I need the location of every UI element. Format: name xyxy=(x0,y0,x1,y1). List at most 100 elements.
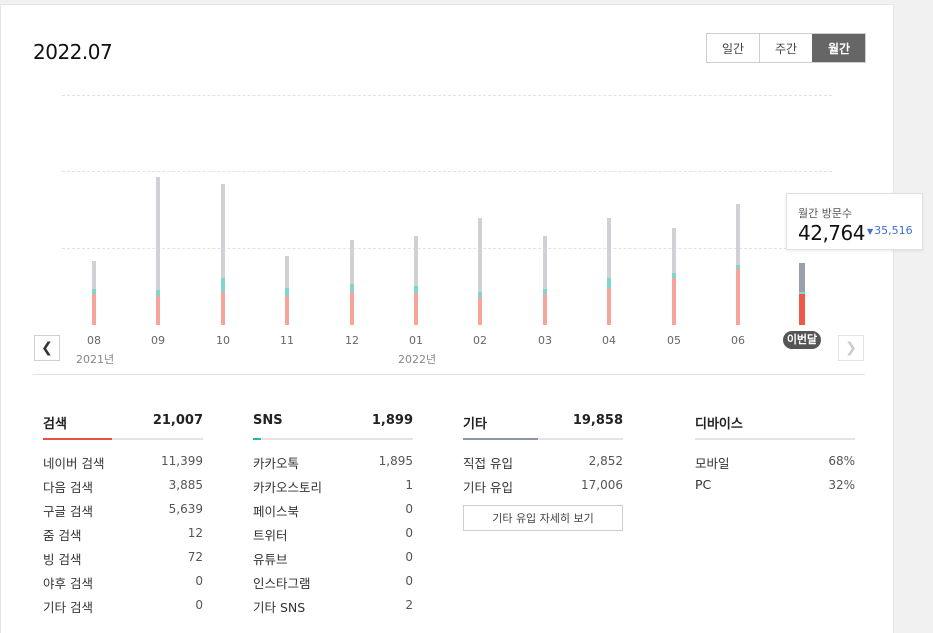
sns-row-value: 2 xyxy=(405,598,413,612)
other-row: 직접 유입 2,852 xyxy=(463,453,623,477)
bar-search-9[interactable] xyxy=(672,278,676,325)
search-row-value: 5,639 xyxy=(168,502,203,516)
sns-row-value: 1 xyxy=(405,478,413,492)
bar-search-6[interactable] xyxy=(478,297,482,325)
search-row-label: 네이버 검색 xyxy=(43,456,105,471)
device-header: 디바이스 xyxy=(695,410,855,432)
device-row-label: PC xyxy=(695,477,712,492)
bar-sns-8[interactable] xyxy=(607,278,611,288)
bar-search-8[interactable] xyxy=(607,288,611,325)
bar-sns-1[interactable] xyxy=(156,290,160,296)
bar-search-3[interactable] xyxy=(285,296,289,325)
other-title: 기타 xyxy=(463,417,487,432)
search-row-label: 줌 검색 xyxy=(43,528,82,543)
bar-sns-2[interactable] xyxy=(221,278,225,292)
bar-other-6[interactable] xyxy=(478,218,482,292)
bar-search-11[interactable] xyxy=(799,294,805,325)
other-stats: 기타 19,858 직접 유입 2,852 기타 유입 17,006 xyxy=(463,410,623,495)
prev-period-button[interactable]: ❮ xyxy=(34,335,60,361)
sns-row-label: 트위터 xyxy=(253,528,288,543)
sns-row: 기타 SNS 2 xyxy=(253,597,413,621)
search-total: 21,007 xyxy=(152,413,203,428)
bar-search-10[interactable] xyxy=(736,269,740,325)
other-row-value: 17,006 xyxy=(581,478,623,492)
x-tick-label: 03 xyxy=(538,334,552,347)
bar-other-5[interactable] xyxy=(414,236,418,286)
device-stats: 디바이스 모바일 68% PC 32% xyxy=(695,410,855,492)
sns-row: 페이스북 0 xyxy=(253,501,413,525)
sns-row-label: 카카오톡 xyxy=(253,456,300,471)
bar-other-10[interactable] xyxy=(736,204,740,265)
bar-sns-11[interactable] xyxy=(799,292,805,294)
search-row-label: 야후 검색 xyxy=(43,576,93,591)
other-total: 19,858 xyxy=(572,413,623,428)
bar-search-0[interactable] xyxy=(92,294,96,325)
bar-sns-5[interactable] xyxy=(414,286,418,293)
bar-other-1[interactable] xyxy=(156,177,160,290)
device-row-label: 모바일 xyxy=(695,456,730,471)
search-stats: 검색 21,007 네이버 검색 11,399 다음 검색 3,885 구글 검색 5,6… xyxy=(43,410,203,615)
sns-row-value: 0 xyxy=(405,574,413,588)
bar-sns-0[interactable] xyxy=(92,289,96,294)
bar-other-9[interactable] xyxy=(672,228,676,273)
x-tick-label: 04 xyxy=(602,334,616,347)
tooltip-value: 42,764 xyxy=(798,221,865,245)
sns-row-label: 기타 SNS xyxy=(253,600,306,615)
bar-search-4[interactable] xyxy=(350,292,354,325)
search-row-label: 다음 검색 xyxy=(43,480,93,495)
bar-sns-9[interactable] xyxy=(672,273,676,278)
bar-sns-7[interactable] xyxy=(543,289,547,294)
other-row-label: 기타 유입 xyxy=(463,480,513,495)
sns-row: 카카오톡 1,895 xyxy=(253,453,413,477)
x-tick-label: 10 xyxy=(216,334,230,347)
x-tick-label: 11 xyxy=(280,334,294,347)
device-list: 모바일 68% PC 32% xyxy=(695,453,855,501)
other-list: 직접 유입 2,852 기타 유입 17,006 xyxy=(463,453,623,501)
x-tick-label: 09 xyxy=(151,334,165,347)
bar-search-1[interactable] xyxy=(156,296,160,325)
other-share-bar xyxy=(463,438,539,440)
search-share-track xyxy=(43,438,203,440)
bar-other-0[interactable] xyxy=(92,261,96,289)
bar-other-11[interactable] xyxy=(799,263,805,292)
visits-chart: 08 09 10 11 12 01 02 03 04 05 06 이번달 2021년 2022년 xyxy=(0,0,933,380)
search-row-value: 0 xyxy=(195,598,203,612)
search-title: 검색 xyxy=(43,417,67,432)
bar-other-8[interactable] xyxy=(607,218,611,278)
search-row-value: 72 xyxy=(187,550,203,564)
search-row-value: 12 xyxy=(187,526,203,540)
sns-stats: SNS 1,899 카카오톡 1,895 카카오스토리 1 페이스북 0 트위터 0 유튜브 0 인… xyxy=(253,410,413,615)
search-share-bar xyxy=(43,438,112,440)
x-tick-label: 12 xyxy=(345,334,359,347)
device-row-value: 32% xyxy=(828,478,855,492)
bar-sns-4[interactable] xyxy=(350,284,354,292)
sns-row-value: 1,895 xyxy=(378,454,413,468)
search-row-label: 빙 검색 xyxy=(43,552,82,567)
other-detail-button[interactable]: 기타 유입 자세히 보기 xyxy=(463,505,623,531)
next-period-button[interactable]: ❯ xyxy=(838,335,864,361)
search-row-label: 기타 검색 xyxy=(43,600,93,615)
bar-other-7[interactable] xyxy=(543,236,547,289)
bar-search-2[interactable] xyxy=(221,292,225,325)
search-row: 네이버 검색 11,399 xyxy=(43,453,203,477)
bar-sns-3[interactable] xyxy=(285,288,289,296)
bar-sns-6[interactable] xyxy=(478,292,482,297)
search-list: 네이버 검색 11,399 다음 검색 3,885 구글 검색 5,639 줌 검색 12 빙 … xyxy=(43,453,203,621)
bar-sns-10[interactable] xyxy=(736,265,740,269)
sns-row-value: 0 xyxy=(405,550,413,564)
sns-row-label: 인스타그램 xyxy=(253,576,311,591)
year-label: 2022년 xyxy=(398,353,437,366)
other-header: 기타 19,858 xyxy=(463,410,623,432)
device-track xyxy=(695,438,855,440)
search-row-value: 0 xyxy=(195,574,203,588)
bar-search-5[interactable] xyxy=(414,293,418,325)
bar-search-7[interactable] xyxy=(543,294,547,325)
bar-other-3[interactable] xyxy=(285,256,289,288)
sns-row: 유튜브 0 xyxy=(253,549,413,573)
search-row-label: 구글 검색 xyxy=(43,504,93,519)
bar-other-4[interactable] xyxy=(350,240,354,284)
bar-other-2[interactable] xyxy=(221,184,225,278)
search-row: 기타 검색 0 xyxy=(43,597,203,621)
sns-share-track xyxy=(253,438,413,440)
divider xyxy=(33,374,865,375)
